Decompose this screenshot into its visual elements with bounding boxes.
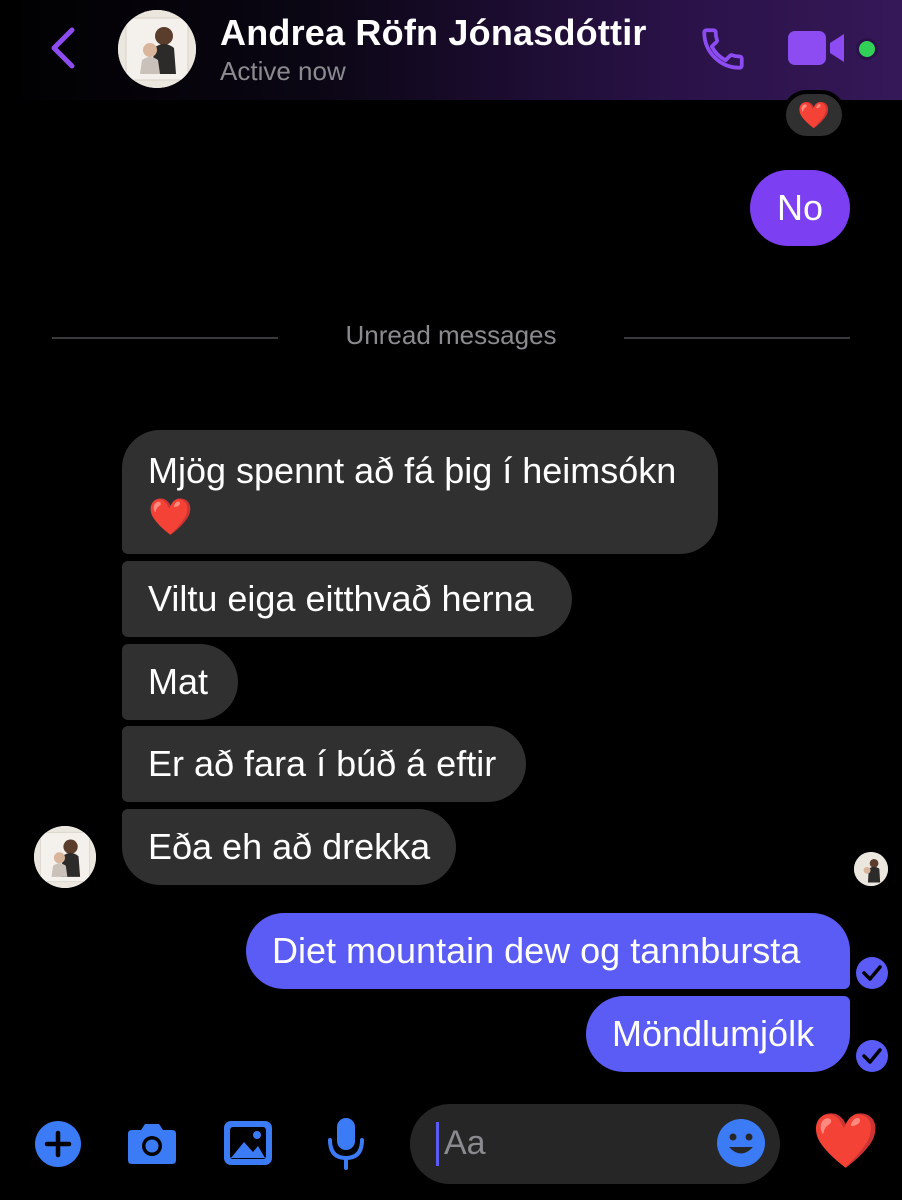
more-actions-button[interactable] xyxy=(34,1120,82,1168)
contact-avatar[interactable] xyxy=(118,10,196,88)
text-cursor xyxy=(436,1122,439,1166)
voice-message-button[interactable] xyxy=(326,1116,366,1170)
message-text: Mat xyxy=(148,661,209,702)
reaction-emoji: ❤️ xyxy=(797,99,831,130)
delivered-check-icon xyxy=(854,1038,890,1074)
emoji-button[interactable] xyxy=(716,1118,766,1168)
incoming-message[interactable]: Viltu eiga eitthvað herna xyxy=(122,561,572,637)
divider-line-left xyxy=(52,337,278,339)
voice-call-button[interactable] xyxy=(698,24,748,74)
message-text: Möndlumjólk xyxy=(612,1013,815,1054)
gallery-button[interactable] xyxy=(222,1118,274,1168)
microphone-icon xyxy=(328,1118,364,1170)
message-input-placeholder: Aa xyxy=(444,1124,486,1162)
chevron-left-icon xyxy=(51,27,75,69)
message-text: Eða eh að drekka xyxy=(148,826,431,867)
image-icon xyxy=(224,1121,272,1165)
incoming-message[interactable]: Mjög spennt að fá þig í heimsókn ❤️ xyxy=(122,430,718,554)
unread-divider-label: Unread messages xyxy=(345,320,557,350)
chat-header: Andrea Röfn Jónasdóttir Active now xyxy=(0,0,902,100)
message-text: Diet mountain dew og tannbursta xyxy=(272,930,801,971)
outgoing-message[interactable]: No xyxy=(750,170,850,246)
sender-avatar[interactable] xyxy=(34,826,96,888)
contact-name[interactable]: Andrea Röfn Jónasdóttir xyxy=(220,12,647,54)
plus-icon xyxy=(35,1121,81,1167)
video-camera-icon xyxy=(788,31,844,65)
phone-icon xyxy=(702,28,744,70)
seen-receipt-avatar xyxy=(854,852,888,886)
message-text: Er að fara í búð á eftir xyxy=(148,743,497,784)
online-indicator xyxy=(856,38,878,60)
camera-button[interactable] xyxy=(124,1120,180,1168)
heart-reaction[interactable]: ❤️ xyxy=(782,90,846,140)
active-status: Active now xyxy=(220,56,346,86)
divider-line-right xyxy=(624,337,850,339)
outgoing-message[interactable]: Diet mountain dew og tannbursta xyxy=(246,913,850,989)
back-button[interactable] xyxy=(44,24,84,72)
incoming-message[interactable]: Eða eh að drekka xyxy=(122,809,456,885)
message-text: Viltu eiga eitthvað herna xyxy=(148,578,534,619)
video-call-button[interactable] xyxy=(786,28,848,68)
heart-icon: ❤️ xyxy=(812,1111,880,1171)
message-text: No xyxy=(776,187,824,228)
delivered-check-icon xyxy=(854,955,890,991)
outgoing-message[interactable]: Möndlumjólk xyxy=(586,996,850,1072)
message-text: Mjög spennt að fá þig í heimsókn ❤️ xyxy=(148,450,677,537)
incoming-message[interactable]: Er að fara í búð á eftir xyxy=(122,726,526,802)
send-heart-button[interactable]: ❤️ xyxy=(812,1110,879,1172)
emoji-icon xyxy=(717,1119,765,1167)
camera-icon xyxy=(128,1124,176,1164)
incoming-message[interactable]: Mat xyxy=(122,644,238,720)
